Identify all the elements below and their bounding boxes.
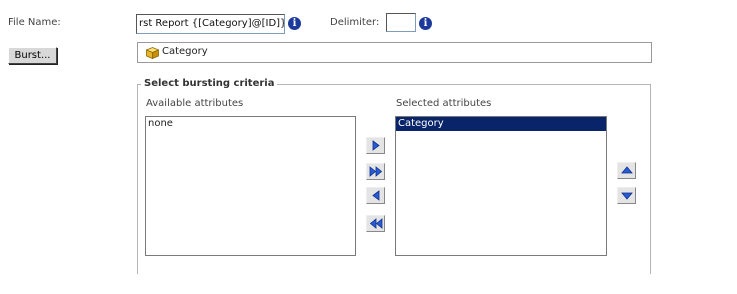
file-name-input[interactable]: rst Report {[Category]@[ID]} (136, 14, 285, 34)
selected-attributes-label: Selected attributes (396, 98, 492, 109)
move-down-button[interactable] (617, 187, 636, 204)
bursting-criteria-legend: Select bursting criteria (141, 78, 278, 89)
move-up-button[interactable] (617, 162, 636, 179)
arrow-down-icon (621, 192, 633, 200)
arrow-right-icon (372, 140, 380, 151)
available-attributes-list[interactable]: none (145, 116, 356, 256)
list-item[interactable]: none (146, 117, 355, 131)
burst-group-label: Category (162, 46, 208, 57)
delimiter-info-icon[interactable]: i (419, 17, 432, 30)
add-all-button[interactable] (366, 163, 385, 180)
available-attributes-label: Available attributes (146, 98, 244, 109)
arrow-up-icon (621, 166, 633, 174)
remove-button[interactable] (366, 187, 385, 204)
file-name-label: File Name: (8, 17, 61, 28)
add-button[interactable] (366, 137, 385, 154)
list-item[interactable]: Category (396, 117, 606, 131)
burst-button[interactable]: Burst... (8, 47, 57, 64)
cube-icon (145, 47, 160, 60)
double-arrow-left-icon (369, 218, 383, 229)
file-name-info-icon[interactable]: i (288, 17, 301, 30)
delimiter-input[interactable] (386, 13, 416, 32)
double-arrow-right-icon (369, 166, 383, 177)
delimiter-label: Delimiter: (330, 17, 380, 28)
selected-attributes-list[interactable]: Category (395, 116, 607, 256)
remove-all-button[interactable] (366, 215, 385, 232)
burst-group-field: Category (137, 42, 652, 63)
arrow-left-icon (372, 190, 380, 201)
